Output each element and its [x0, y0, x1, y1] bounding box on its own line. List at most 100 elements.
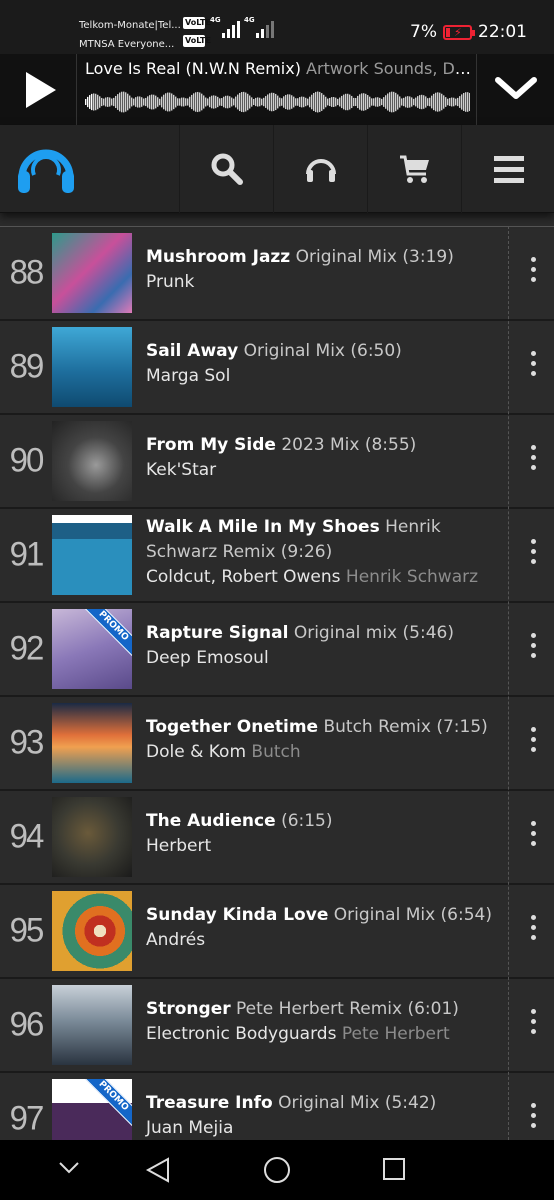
- track-mix: 2023 Mix (8:55): [281, 435, 417, 455]
- recents-icon[interactable]: [382, 1157, 406, 1181]
- album-art[interactable]: [52, 797, 132, 877]
- track-row[interactable]: 91 Walk A Mile In My Shoes Henrik Schwarz…: [0, 509, 554, 603]
- album-art[interactable]: [52, 985, 132, 1065]
- promo-badge: PROMO: [82, 609, 132, 657]
- track-title: Walk A Mile In My Shoes: [146, 517, 380, 537]
- chevron-down-icon: [495, 77, 537, 99]
- album-art[interactable]: [52, 421, 132, 501]
- volte-badge-2: VoLTE: [183, 35, 211, 47]
- more-options-icon[interactable]: [518, 445, 548, 479]
- track-info[interactable]: Sunday Kinda Love Original Mix (6:54) And…: [146, 903, 496, 953]
- track-rank: 93: [9, 722, 45, 761]
- status-bar: Telkom-Monate|Tel... MTNSA Everyone... V…: [0, 0, 554, 54]
- collapse-player-button[interactable]: [476, 54, 554, 125]
- track-row[interactable]: 95 Sunday Kinda Love Original Mix (6:54) A…: [0, 885, 554, 979]
- list-divider: [508, 226, 509, 1140]
- more-options-icon[interactable]: [518, 351, 548, 385]
- album-art[interactable]: [52, 891, 132, 971]
- more-options-icon[interactable]: [518, 1103, 548, 1137]
- nav-cart-button[interactable]: [367, 125, 461, 213]
- now-playing-text[interactable]: Love Is Real (N.W.N Remix) Artwork Sound…: [85, 59, 471, 78]
- nav-search-button[interactable]: [179, 125, 273, 213]
- track-row[interactable]: 97 PROMO Treasure Info Original Mix (5:42)…: [0, 1073, 554, 1140]
- track-rank: 94: [9, 816, 45, 855]
- signal-icon-1: 4G: [210, 16, 240, 38]
- track-info[interactable]: Stronger Pete Herbert Remix (6:01) Electr…: [146, 997, 496, 1047]
- track-artists: Kek'Star: [146, 460, 217, 480]
- track-artists: Prunk: [146, 272, 195, 292]
- volte-tags: VoLTE VoLTE: [183, 17, 211, 53]
- clock: 22:01: [478, 22, 527, 42]
- track-row[interactable]: 92 PROMO Rapture Signal Original mix (5:46…: [0, 603, 554, 697]
- track-list: 88 Mushroom Jazz Original Mix (3:19) Prunk…: [0, 226, 554, 1140]
- track-mix: Pete Herbert Remix (6:01): [236, 999, 459, 1019]
- track-remixer: Henrik Schwarz: [345, 567, 479, 587]
- promo-badge: PROMO: [82, 1079, 132, 1127]
- track-title: The Audience: [146, 811, 276, 831]
- track-rank: 96: [9, 1004, 45, 1043]
- track-artists: Coldcut, Robert Owens: [146, 567, 341, 587]
- album-art[interactable]: PROMO: [52, 609, 132, 689]
- track-row[interactable]: 93 Together Onetime Butch Remix (7:15) Dol…: [0, 697, 554, 791]
- track-artists: Marga Sol: [146, 366, 231, 386]
- track-info[interactable]: Rapture Signal Original mix (5:46) Deep E…: [146, 621, 496, 671]
- track-title: Together Onetime: [146, 717, 319, 737]
- track-artists: Dole & Kom: [146, 742, 246, 762]
- track-row[interactable]: 88 Mushroom Jazz Original Mix (3:19) Prunk: [0, 227, 554, 321]
- network-type-1: 4G: [210, 16, 221, 24]
- track-mix: Butch Remix (7:15): [323, 717, 488, 737]
- track-row[interactable]: 90 From My Side 2023 Mix (8:55) Kek'Star: [0, 415, 554, 509]
- more-options-icon[interactable]: [518, 539, 548, 573]
- waveform[interactable]: [85, 86, 470, 118]
- track-title: Mushroom Jazz: [146, 247, 291, 267]
- home-icon[interactable]: [263, 1156, 291, 1184]
- track-info[interactable]: Treasure Info Original Mix (5:42) Juan Me…: [146, 1091, 496, 1140]
- track-artists: Herbert: [146, 836, 212, 856]
- album-art[interactable]: [52, 703, 132, 783]
- top-navigation: [0, 125, 554, 213]
- cart-icon: [400, 155, 429, 183]
- track-rank: 88: [9, 252, 45, 291]
- chevron-down-icon[interactable]: [58, 1161, 80, 1175]
- track-artists: Electronic Bodyguards: [146, 1024, 337, 1044]
- track-title: From My Side: [146, 435, 276, 455]
- track-rank: 92: [9, 628, 45, 667]
- more-options-icon[interactable]: [518, 915, 548, 949]
- album-art[interactable]: [52, 233, 132, 313]
- more-options-icon[interactable]: [518, 821, 548, 855]
- album-art[interactable]: [52, 327, 132, 407]
- menu-icon: [494, 156, 524, 183]
- track-mix: Original Mix (5:42): [278, 1093, 437, 1113]
- track-info[interactable]: From My Side 2023 Mix (8:55) Kek'Star: [146, 433, 496, 483]
- more-options-icon[interactable]: [518, 633, 548, 667]
- track-remixer: Butch: [251, 742, 301, 762]
- more-options-icon[interactable]: [518, 257, 548, 291]
- track-rank: 97: [9, 1098, 45, 1137]
- play-button[interactable]: [0, 54, 77, 125]
- track-mix: Original Mix (6:50): [243, 341, 402, 361]
- back-icon[interactable]: [145, 1156, 171, 1184]
- track-rank: 89: [9, 346, 45, 385]
- headphones-logo[interactable]: [14, 137, 78, 201]
- search-icon: [211, 153, 243, 185]
- nav-menu-button[interactable]: [461, 125, 554, 213]
- track-artists: Andrés: [146, 930, 206, 950]
- carrier-2: MTNSA Everyone...: [79, 39, 175, 50]
- track-row[interactable]: 96 Stronger Pete Herbert Remix (6:01) Elec…: [0, 979, 554, 1073]
- nav-headphones-button[interactable]: [273, 125, 367, 213]
- track-info[interactable]: Walk A Mile In My Shoes Henrik Schwarz R…: [146, 515, 496, 590]
- track-row[interactable]: 94 The Audience (6:15) Herbert: [0, 791, 554, 885]
- carrier-1: Telkom-Monate|Tel...: [79, 20, 181, 31]
- track-row[interactable]: 89 Sail Away Original Mix (6:50) Marga Sol: [0, 321, 554, 415]
- track-info[interactable]: Together Onetime Butch Remix (7:15) Dole …: [146, 715, 496, 765]
- logo-icon: [18, 149, 74, 193]
- more-options-icon[interactable]: [518, 1009, 548, 1043]
- album-art[interactable]: [52, 515, 132, 595]
- track-info[interactable]: Mushroom Jazz Original Mix (3:19) Prunk: [146, 245, 496, 295]
- battery-percent: 7%: [410, 22, 437, 42]
- album-art[interactable]: PROMO: [52, 1079, 132, 1140]
- track-info[interactable]: The Audience (6:15) Herbert: [146, 809, 496, 859]
- track-rank: 90: [9, 440, 45, 479]
- track-info[interactable]: Sail Away Original Mix (6:50) Marga Sol: [146, 339, 496, 389]
- more-options-icon[interactable]: [518, 727, 548, 761]
